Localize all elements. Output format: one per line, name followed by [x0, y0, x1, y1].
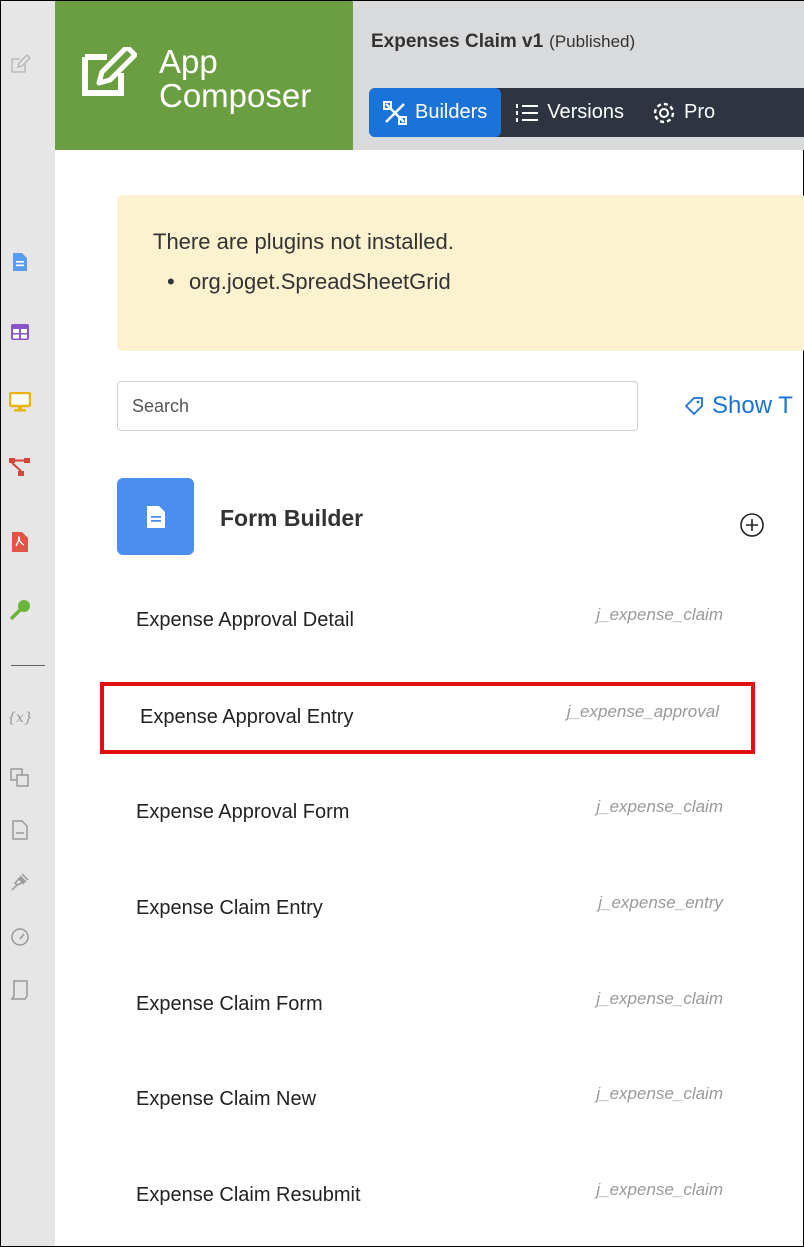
- logs-icon[interactable]: [9, 979, 31, 1001]
- show-tags-link[interactable]: Show T: [684, 392, 793, 420]
- tab-properties-label: Pro: [683, 101, 716, 123]
- plugin-icon[interactable]: [9, 871, 31, 893]
- tab-properties[interactable]: Pro: [638, 88, 729, 137]
- form-table-name: j_expense_claim: [596, 989, 723, 1008]
- versions-icon: [516, 103, 539, 122]
- form-builder-title: Form Builder: [220, 505, 364, 531]
- form-table-name: j_expense_entry: [598, 893, 723, 912]
- form-name: Expense Approval Detail: [136, 609, 354, 631]
- form-list-item[interactable]: Expense Claim Resubmit j_expense_claim: [100, 1160, 755, 1232]
- form-list-item-highlighted[interactable]: Expense Approval Entry j_expense_approva…: [100, 682, 755, 754]
- app-header: Expenses Claim v1 (Published) Builders Ve…: [353, 1, 804, 150]
- form-name: Expense Claim Form: [136, 993, 323, 1015]
- key-icon[interactable]: [9, 599, 31, 621]
- form-name: Expense Approval Entry: [140, 706, 354, 728]
- plugins-alert: There are plugins not installed. org.jog…: [117, 195, 804, 351]
- performance-icon[interactable]: [9, 926, 31, 948]
- userview-icon[interactable]: [9, 391, 31, 413]
- tab-versions[interactable]: Versions: [501, 88, 638, 137]
- app-status: (Published): [549, 32, 636, 51]
- form-table-name: j_expense_claim: [596, 605, 723, 624]
- form-name: Expense Claim New: [136, 1088, 317, 1110]
- form-list-item[interactable]: Expense Approval Form j_expense_claim: [100, 777, 755, 849]
- form-table-name: j_expense_claim: [596, 797, 723, 816]
- app-name: Expenses Claim v1: [371, 31, 544, 52]
- edit-icon[interactable]: [9, 53, 31, 75]
- tag-icon: [685, 397, 703, 415]
- gear-icon: [653, 102, 675, 123]
- document-icon[interactable]: [9, 819, 31, 841]
- tab-builders[interactable]: Builders: [369, 88, 502, 137]
- resources-icon[interactable]: [9, 767, 31, 789]
- alert-item: org.joget.SpreadSheetGrid: [167, 269, 451, 295]
- form-list-item[interactable]: Expense Claim New j_expense_claim: [100, 1064, 755, 1136]
- form-name: Expense Claim Entry: [136, 897, 323, 919]
- form-builder-icon: [117, 478, 194, 555]
- form-list-item[interactable]: Expense Claim Form j_expense_claim: [100, 969, 755, 1041]
- alert-title: There are plugins not installed.: [153, 229, 454, 254]
- brand-line-2: Composer: [159, 77, 312, 114]
- left-sidebar: {x}: [1, 1, 55, 1246]
- form-table-name: j_expense_claim: [596, 1084, 723, 1103]
- form-list-item[interactable]: Expense Claim Entry j_expense_entry: [100, 873, 755, 945]
- edit-icon: [79, 44, 138, 104]
- add-form-icon[interactable]: [738, 511, 766, 544]
- variable-icon[interactable]: {x}: [7, 707, 33, 729]
- brand-line-1: App: [159, 43, 218, 80]
- tab-versions-label: Versions: [547, 101, 624, 123]
- form-name: Expense Approval Form: [136, 801, 350, 823]
- form-list-item[interactable]: Expense Approval Detail j_expense_claim: [100, 585, 755, 657]
- builder-tabs: Builders Versions Pro: [369, 88, 804, 137]
- pdf-icon[interactable]: [9, 531, 31, 553]
- show-tags-label: Show T: [712, 392, 793, 419]
- search-input[interactable]: [117, 381, 638, 431]
- form-icon[interactable]: [9, 251, 31, 273]
- form-table-name: j_expense_approval: [566, 702, 719, 721]
- datalist-icon[interactable]: [9, 321, 31, 343]
- form-name: Expense Claim Resubmit: [136, 1184, 361, 1206]
- brand-title: App Composer: [159, 45, 311, 113]
- builders-icon: [383, 100, 407, 125]
- process-icon[interactable]: [9, 456, 31, 478]
- app-composer-brand[interactable]: App Composer: [55, 1, 353, 150]
- app-title: Expenses Claim v1 (Published): [371, 31, 635, 53]
- sidebar-divider: [11, 665, 45, 666]
- form-table-name: j_expense_claim: [596, 1180, 723, 1199]
- tab-builders-label: Builders: [415, 101, 488, 123]
